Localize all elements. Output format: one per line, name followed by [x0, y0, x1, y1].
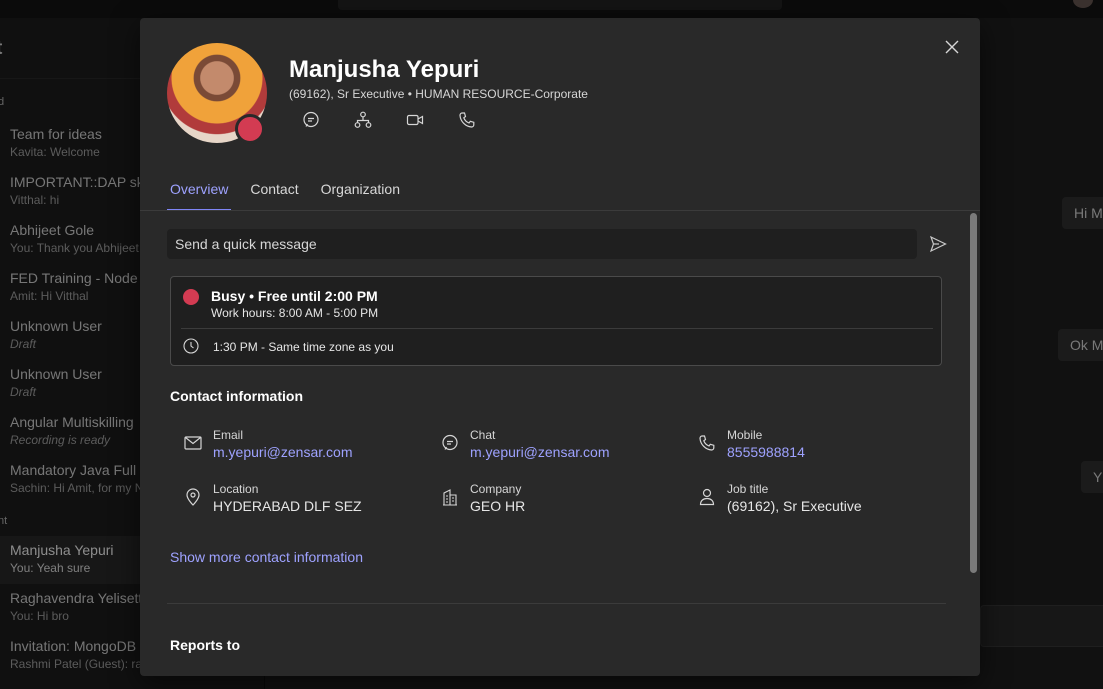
scrollbar-thumb[interactable]	[970, 213, 977, 573]
close-icon	[945, 40, 959, 54]
chat-link[interactable]: m.yepuri@zensar.com	[470, 444, 609, 460]
phone-icon	[459, 112, 475, 128]
local-time-text: 1:30 PM - Same time zone as you	[213, 340, 394, 354]
field-label: Company	[470, 482, 522, 496]
chat-icon	[303, 111, 319, 128]
contact-field-mobile: Mobile 8555988814	[697, 428, 927, 468]
divider	[167, 603, 946, 604]
phone-call-button[interactable]	[457, 110, 477, 130]
org-chart-icon	[354, 111, 372, 128]
job-title-value: (69162), Sr Executive	[727, 498, 862, 514]
send-button[interactable]	[927, 233, 949, 255]
field-label: Chat	[470, 428, 496, 442]
profile-card: Manjusha Yepuri (69162), Sr Executive • …	[140, 18, 980, 676]
reports-to-heading: Reports to	[170, 637, 240, 653]
email-link[interactable]: m.yepuri@zensar.com	[213, 444, 352, 460]
busy-presence-icon	[235, 114, 265, 144]
contact-field-company: Company GEO HR	[440, 482, 670, 522]
busy-status-icon	[183, 289, 199, 305]
profile-subtitle: (69162), Sr Executive • HUMAN RESOURCE-C…	[289, 87, 588, 101]
org-chart-button[interactable]	[353, 110, 373, 130]
contact-field-chat: Chat m.yepuri@zensar.com	[440, 428, 670, 468]
chat-button[interactable]	[301, 110, 321, 130]
tab-contact[interactable]: Contact	[247, 176, 301, 211]
phone-icon	[699, 435, 715, 451]
clock-icon	[183, 338, 199, 354]
divider	[140, 210, 980, 211]
divider	[181, 328, 933, 329]
field-label: Location	[213, 482, 259, 496]
quick-message-input[interactable]: Send a quick message	[167, 229, 917, 259]
status-text: Busy • Free until 2:00 PM	[211, 288, 378, 304]
location-pin-icon	[186, 488, 200, 506]
profile-actions	[301, 110, 477, 130]
profile-tabs: Overview Contact Organization	[167, 176, 419, 211]
contact-field-email: Email m.yepuri@zensar.com	[183, 428, 413, 468]
video-call-icon	[406, 114, 424, 126]
work-hours-text: Work hours: 8:00 AM - 5:00 PM	[211, 306, 379, 320]
field-label: Email	[213, 428, 244, 442]
chat-icon	[442, 434, 458, 451]
tab-overview[interactable]: Overview	[167, 176, 232, 211]
field-label: Job title	[727, 482, 769, 496]
show-more-contact-link[interactable]: Show more contact information	[170, 549, 363, 565]
building-icon	[443, 489, 457, 506]
contact-field-location: Location HYDERABAD DLF SEZ	[183, 482, 413, 522]
video-call-button[interactable]	[405, 110, 425, 130]
field-label: Mobile	[727, 428, 763, 442]
close-button[interactable]	[940, 35, 964, 59]
person-icon	[699, 488, 715, 506]
company-value: GEO HR	[470, 498, 526, 514]
contact-info-heading: Contact information	[170, 388, 303, 404]
send-icon	[929, 235, 947, 253]
tab-organization[interactable]: Organization	[318, 176, 403, 211]
mobile-link[interactable]: 8555988814	[727, 444, 805, 460]
availability-card: Busy • Free until 2:00 PM Work hours: 8:…	[170, 276, 942, 366]
mail-icon	[184, 436, 202, 450]
location-value: HYDERABAD DLF SEZ	[213, 498, 362, 514]
profile-name: Manjusha Yepuri	[289, 56, 480, 83]
contact-field-job-title: Job title (69162), Sr Executive	[697, 482, 927, 522]
